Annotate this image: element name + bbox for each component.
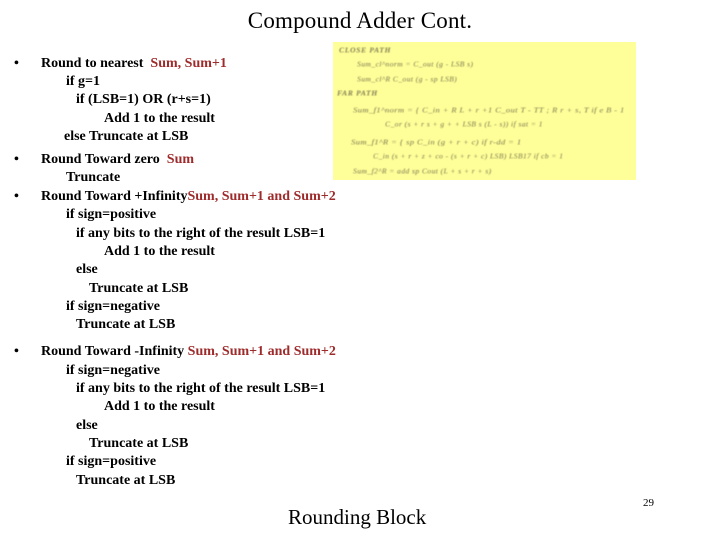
bullet-marker-3: • (14, 189, 19, 204)
formula-line-8: Sum_f2^R = add sp Cout (L + s + r + s) (353, 167, 492, 176)
body-line-2-1: Truncate (66, 170, 121, 185)
bullet-heading-label-3: Round Toward +Infinity (41, 189, 188, 204)
bullet-heading-accent-1: Sum, Sum+1 (150, 56, 227, 71)
body-line-3-5: Truncate at LSB (89, 281, 189, 296)
formula-line-7: C_in (s + r + z + co - (s + r + c) LSB) … (373, 152, 564, 161)
body-line-3-2: if any bits to the right of the result L… (76, 226, 326, 241)
bullet-marker-2: • (14, 152, 19, 167)
slide-canvas: Compound Adder Cont. CLOSE PATH Sum_cl^n… (0, 0, 720, 540)
formula-line-2: Sum_cl^R C_out (g - sp LSB) (357, 75, 458, 84)
body-line-3-6: if sign=negative (66, 299, 160, 314)
body-line-4-1: if sign=negative (66, 363, 160, 378)
bullet-heading-accent-4: Sum, Sum+1 and Sum+2 (187, 344, 336, 359)
formula-line-far-path-heading: FAR PATH (337, 89, 378, 98)
formula-line-5: C_or (s + r s + g + + LSB s (L - s)) if … (385, 120, 543, 129)
body-line-3-4: else (76, 262, 98, 277)
bullet-heading-label-1: Round to nearest (41, 56, 144, 71)
body-line-4-7: Truncate at LSB (76, 473, 176, 488)
body-line-4-3: Add 1 to the result (104, 399, 215, 414)
body-line-1-3: Add 1 to the result (104, 111, 215, 126)
body-line-1-1: if g=1 (66, 74, 101, 89)
bullet-heading-label-4: Round Toward -Infinity (41, 344, 185, 359)
bullet-marker-4: • (14, 344, 19, 359)
body-line-4-5: Truncate at LSB (89, 436, 189, 451)
body-line-3-7: Truncate at LSB (76, 317, 176, 332)
page-number: 29 (643, 497, 654, 509)
slide-caption: Rounding Block (288, 505, 427, 529)
body-line-1-2: if (LSB=1) OR (r+s=1) (76, 92, 211, 107)
bullet-heading-4: Round Toward -Infinity Sum, Sum+1 and Su… (41, 343, 336, 360)
bullet-marker-1: • (14, 56, 19, 71)
page-title: Compound Adder Cont. (247, 8, 473, 33)
bullet-heading-accent-2: Sum (166, 152, 195, 167)
bullet-heading-1: Round to nearest Sum, Sum+1 (41, 55, 227, 72)
body-line-4-2: if any bits to the right of the result L… (76, 381, 326, 396)
bullet-heading-3: Round Toward +InfinitySum, Sum+1 and Sum… (41, 188, 336, 205)
body-line-3-3: Add 1 to the result (104, 244, 215, 259)
formula-line-4: Sum_f1^norm = { C_in + R L + r +1 C_out … (353, 105, 625, 115)
body-line-4-4: else (76, 418, 98, 433)
formula-line-6: Sum_f1^R = { sp C_in (g + r + c) if r-dd… (351, 137, 522, 147)
body-line-4-6: if sign=positive (66, 454, 157, 469)
body-line-3-1: if sign=positive (66, 207, 157, 222)
body-line-1-4: else Truncate at LSB (64, 129, 189, 144)
bullet-heading-accent-3: Sum, Sum+1 and Sum+2 (187, 189, 336, 204)
formula-line-1: Sum_cl^norm = C_out (g - LSB s) (357, 60, 474, 69)
bullet-heading-label-2: Round Toward zero (41, 152, 160, 167)
formula-image-panel: CLOSE PATH Sum_cl^norm = C_out (g - LSB … (333, 42, 636, 180)
bullet-heading-2: Round Toward zero Sum (41, 151, 194, 168)
formula-line-close-path-heading: CLOSE PATH (339, 46, 392, 55)
